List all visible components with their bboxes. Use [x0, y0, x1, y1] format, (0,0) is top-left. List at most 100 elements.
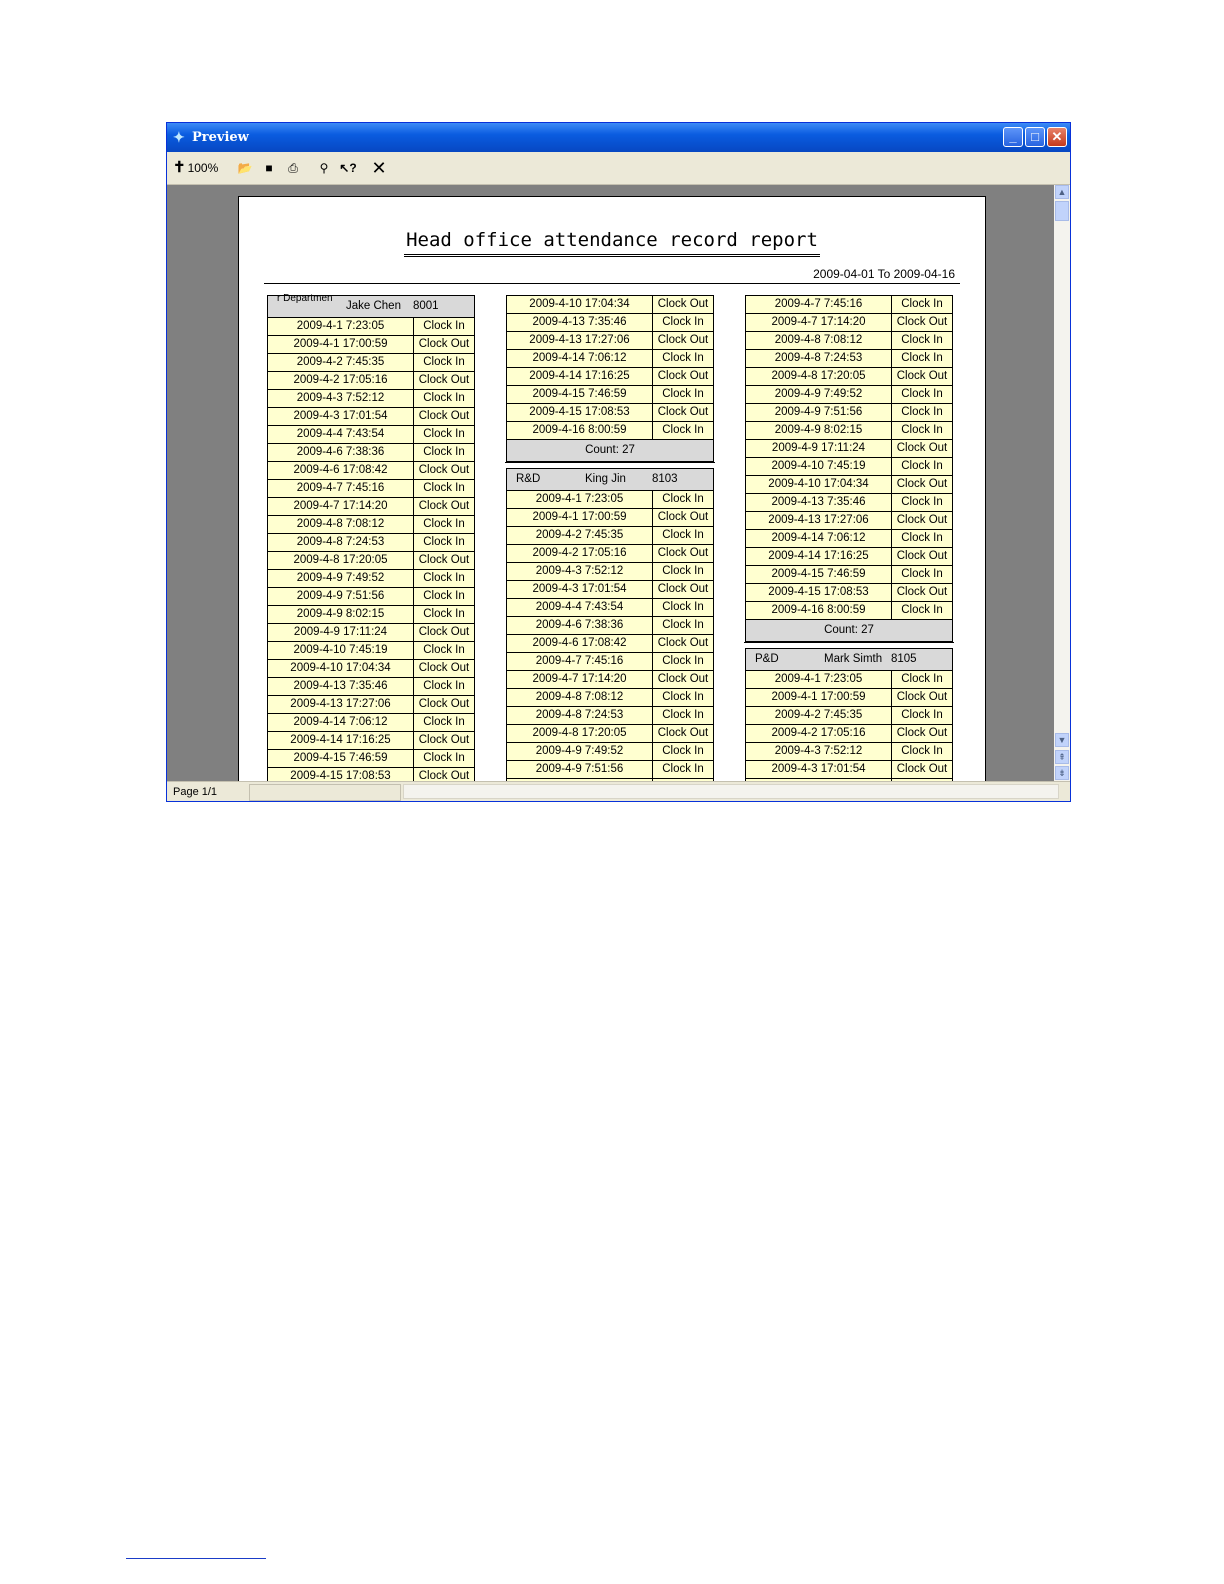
record-time: 2009-4-1 17:00:59 — [507, 509, 653, 526]
vertical-scrollbar[interactable]: ▲ ▼ ⇞ ⇟ — [1054, 185, 1070, 781]
record-time: 2009-4-10 17:04:34 — [268, 660, 414, 677]
table-row: 2009-4-9 17:11:24 Clock Out — [268, 624, 474, 642]
record-time: 2009-4-4 7:43:54 — [507, 599, 653, 616]
table-row: 2009-4-1 17:00:59 Clock Out — [268, 336, 474, 354]
group-header: P&D Mark Simth 8105 — [746, 649, 952, 671]
find-button[interactable]: ⚲ — [313, 159, 335, 177]
minimize-button[interactable]: _ — [1003, 127, 1023, 147]
record-type: Clock In — [662, 619, 704, 631]
table-row: 2009-4-14 17:16:25 Clock Out — [746, 548, 952, 566]
close-preview-button[interactable]: ✕ — [368, 159, 390, 177]
scroll-thumb[interactable] — [1055, 201, 1069, 221]
employee-group: r Departmen Jake Chen 8001 2009-4-1 7:23:05… — [267, 294, 475, 781]
record-type: Clock Out — [896, 442, 948, 454]
record-type: Clock Out — [657, 673, 709, 685]
table-row: 2009-4-6 17:08:42 Clock Out — [507, 635, 713, 653]
record-time: 2009-4-3 17:01:54 — [268, 408, 414, 425]
record-type: Clock In — [423, 716, 465, 728]
record-time: 2009-4-15 17:08:53 — [507, 404, 653, 421]
record-time: 2009-4-15 7:46:59 — [746, 566, 892, 583]
table-row: 2009-4-3 17:01:54 Clock Out — [507, 581, 713, 599]
table-row: 2009-4-15 7:46:59 Clock In — [507, 386, 713, 404]
page-down-button[interactable]: ⇟ — [1055, 766, 1069, 780]
table-row: 2009-4-8 17:20:05 Clock Out — [268, 552, 474, 570]
record-type: Clock Out — [896, 586, 948, 598]
employee-id: 8001 — [413, 300, 439, 312]
record-time: 2009-4-3 17:01:54 — [507, 581, 653, 598]
scroll-up-button[interactable]: ▲ — [1055, 185, 1069, 199]
record-time: 2009-4-8 17:20:05 — [746, 368, 892, 385]
page-up-button[interactable]: ⇞ — [1055, 750, 1069, 764]
table-row: 2009-4-8 17:20:05 Clock Out — [746, 368, 952, 386]
table-row: 2009-4-4 7:43:54 Clock In — [507, 599, 713, 617]
table-row: 2009-4-14 17:16:25 Clock Out — [268, 732, 474, 750]
record-time: 2009-4-14 7:06:12 — [268, 714, 414, 731]
table-row: 2009-4-1 17:00:59 Clock Out — [507, 509, 713, 527]
record-type: Clock In — [901, 460, 943, 472]
zoom-icon: ✝ — [173, 159, 186, 176]
scroll-down-button[interactable]: ▼ — [1055, 733, 1069, 747]
record-time: 2009-4-7 7:45:16 — [268, 480, 414, 497]
report-column-3: 2009-4-7 7:45:16 Clock In 2009-4-7 17:14:2… — [744, 295, 954, 781]
close-window-icon: ✕ — [1051, 129, 1063, 144]
title-bar[interactable]: ✦ Preview _ □ ✕ — [167, 123, 1070, 152]
table-row: 2009-4-9 7:51:56 Clock In — [268, 588, 474, 606]
record-time: 2009-4-6 7:38:36 — [507, 617, 653, 634]
table-row: 2009-4-2 17:05:16 Clock Out — [268, 372, 474, 390]
save-button[interactable]: ■ — [259, 159, 279, 177]
horizontal-scrollbar[interactable] — [403, 784, 1059, 799]
table-row: 2009-4-16 8:00:59 Clock In — [746, 602, 952, 620]
record-time: 2009-4-1 7:23:05 — [507, 491, 653, 508]
table-row: 2009-4-13 17:27:06 Clock Out — [507, 332, 713, 350]
employee-group: 2009-4-10 17:04:34 Clock Out 2009-4-13 7:3… — [506, 295, 714, 462]
table-row: 2009-4-3 7:52:12 Clock In — [268, 390, 474, 408]
record-time: 2009-4-3 7:52:12 — [268, 390, 414, 407]
table-row: 2009-4-13 7:35:46 Clock In — [268, 678, 474, 696]
record-type: Clock Out — [896, 691, 948, 703]
table-row: 2009-4-15 17:08:53 Clock Out — [746, 584, 952, 602]
record-type: Clock Out — [418, 626, 470, 638]
record-time: 2009-4-9 7:49:52 — [746, 386, 892, 403]
record-type: Clock Out — [418, 734, 470, 746]
table-row: 2009-4-9 7:49:52 Clock In — [746, 386, 952, 404]
preview-viewport[interactable]: Head office attendance record report 200… — [167, 185, 1054, 781]
maximize-button[interactable]: □ — [1025, 127, 1045, 147]
record-time: 2009-4-7 7:45:16 — [746, 296, 892, 313]
group-header: r Departmen Jake Chen 8001 — [268, 294, 474, 318]
record-time: 2009-4-16 8:00:59 — [507, 422, 653, 439]
record-time: 2009-4-7 17:14:20 — [268, 498, 414, 515]
record-time: 2009-4-2 17:05:16 — [507, 545, 653, 562]
open-button[interactable]: 📂 — [235, 159, 255, 177]
record-type: Clock In — [662, 601, 704, 613]
record-time: 2009-4-1 7:23:05 — [746, 671, 892, 688]
table-row: 2009-4-2 7:45:35 Clock In — [268, 354, 474, 372]
table-row: 2009-4-2 17:05:16 Clock Out — [746, 725, 952, 743]
record-time: 2009-4-8 17:20:05 — [507, 725, 653, 742]
record-count: Count: 27 — [746, 620, 952, 642]
record-time: 2009-4-13 7:35:46 — [507, 314, 653, 331]
table-row: 2009-4-2 7:45:35 Clock In — [746, 707, 952, 725]
record-time: 2009-4-7 7:45:16 — [507, 653, 653, 670]
record-type: Clock In — [662, 763, 704, 775]
table-row: 2009-4-9 8:02:15 Clock In — [746, 422, 952, 440]
record-time: 2009-4-8 7:24:53 — [746, 350, 892, 367]
table-row: 2009-4-7 17:14:20 Clock Out — [507, 671, 713, 689]
table-row: 2009-4-14 7:06:12 Clock In — [746, 530, 952, 548]
record-time: 2009-4-14 7:06:12 — [746, 530, 892, 547]
record-time: 2009-4-9 7:49:52 — [268, 570, 414, 587]
employee-group: 2009-4-7 7:45:16 Clock In 2009-4-7 17:14:2… — [745, 295, 953, 642]
close-window-button[interactable]: ✕ — [1047, 127, 1067, 147]
record-type: Clock In — [662, 745, 704, 757]
status-field — [249, 784, 401, 801]
table-row: 2009-4-14 17:16:25 Clock Out — [507, 368, 713, 386]
record-type: Clock In — [901, 334, 943, 346]
record-type: Clock Out — [418, 374, 470, 386]
zoom-button[interactable]: ✝ 100% — [173, 159, 227, 177]
record-count: Count: 27 — [507, 440, 713, 462]
print-button[interactable]: ⎙ — [282, 159, 304, 177]
table-row: 2009-4-6 17:08:42 Clock Out — [268, 462, 474, 480]
report-date-range: 2009-04-01 To 2009-04-16 — [813, 267, 955, 281]
record-time: 2009-4-10 7:45:19 — [746, 458, 892, 475]
help-button[interactable]: ↖? — [337, 159, 359, 177]
status-bar: Page 1/1 — [167, 781, 1070, 801]
